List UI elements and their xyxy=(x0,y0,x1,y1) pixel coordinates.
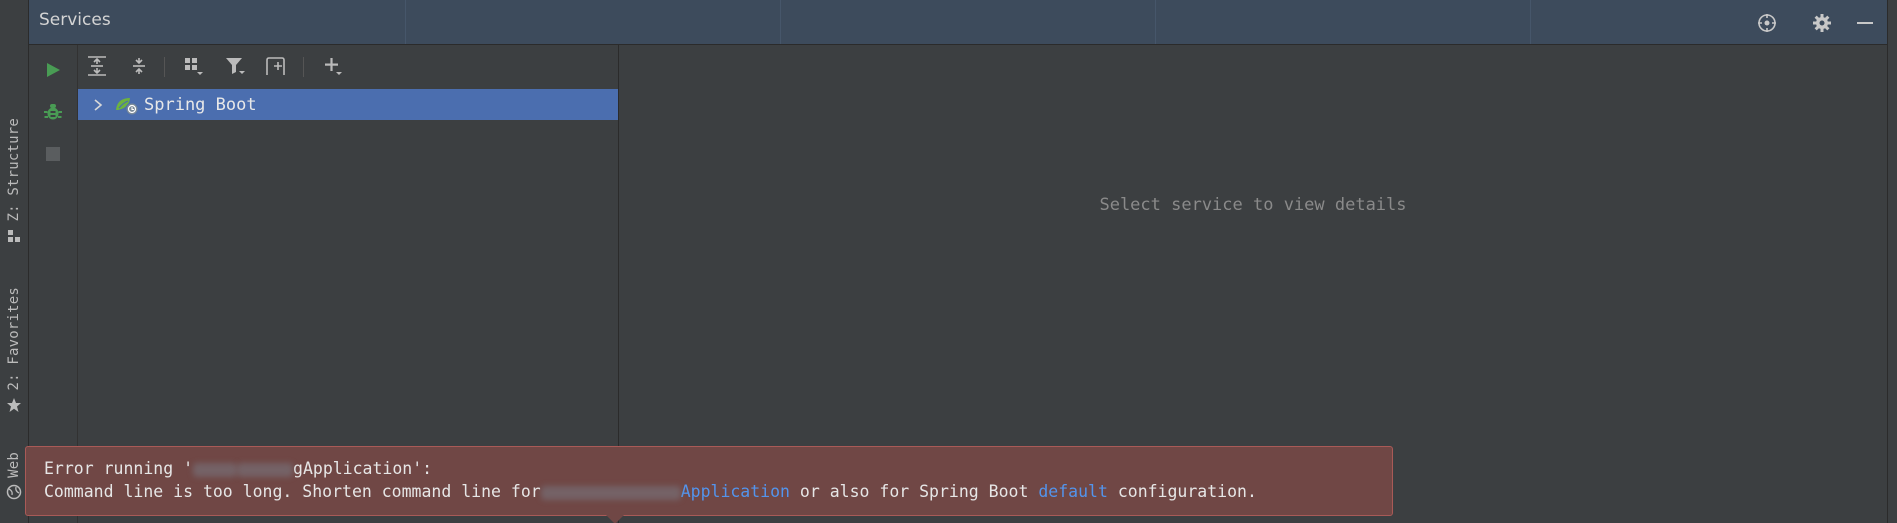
debug-icon[interactable] xyxy=(41,100,65,124)
run-icon[interactable] xyxy=(41,58,65,82)
expand-all-icon[interactable] xyxy=(84,54,110,78)
tree-item-spring-boot[interactable]: Spring Boot xyxy=(78,89,618,120)
add-service-icon[interactable] xyxy=(320,54,346,78)
left-tool-stripe: Z: Structure 2: Favorites Web xyxy=(0,0,29,523)
tab-web[interactable]: Web xyxy=(4,452,24,504)
gear-icon[interactable] xyxy=(1811,12,1833,34)
star-icon xyxy=(6,397,22,417)
tool-window-title: Services xyxy=(39,10,111,30)
tab-structure-label: Z: Structure xyxy=(6,118,22,222)
collapse-all-icon[interactable] xyxy=(126,54,152,78)
error-message: Command line is too long. Shorten comman… xyxy=(44,482,1257,501)
error-title: Error running ' gApplication': xyxy=(44,459,432,478)
services-tool-window: Z: Structure 2: Favorites Web Services S… xyxy=(0,0,1897,523)
group-by-icon[interactable] xyxy=(180,54,206,78)
application-link[interactable]: Application xyxy=(681,482,790,501)
tree-item-label: Spring Boot xyxy=(144,94,257,115)
error-notification-balloon: Error running ' gApplication': Command li… xyxy=(25,446,1393,523)
default-config-link[interactable]: default xyxy=(1038,482,1108,501)
minimize-icon[interactable] xyxy=(1854,12,1876,34)
right-edge xyxy=(1887,0,1897,523)
chevron-right-icon[interactable] xyxy=(90,97,106,113)
services-toolbar xyxy=(78,45,618,87)
error-title-prefix: Error running ' xyxy=(44,459,194,478)
globe-icon xyxy=(6,484,22,504)
spring-boot-icon xyxy=(114,94,140,116)
redacted-text xyxy=(237,462,294,477)
tool-window-header: Services xyxy=(29,0,1897,45)
tab-web-label: Web xyxy=(6,452,22,478)
structure-icon xyxy=(7,228,21,247)
error-message-suffix: configuration. xyxy=(1107,482,1257,501)
redacted-text xyxy=(540,485,681,500)
balloon-pointer xyxy=(606,515,624,523)
new-tab-icon[interactable] xyxy=(264,54,290,78)
empty-state-text: Select service to view details xyxy=(1099,195,1407,215)
tab-structure[interactable]: Z: Structure xyxy=(4,118,24,247)
error-title-suffix: gApplication': xyxy=(293,459,433,478)
filter-icon[interactable] xyxy=(222,54,248,78)
error-message-prefix: Command line is too long. Shorten comman… xyxy=(44,482,541,501)
error-message-middle: or also for Spring Boot xyxy=(789,482,1039,501)
stop-icon[interactable] xyxy=(41,142,65,166)
redacted-text xyxy=(193,462,238,477)
tab-favorites[interactable]: 2: Favorites xyxy=(4,287,24,417)
tab-favorites-label: 2: Favorites xyxy=(6,287,22,391)
crosshair-icon[interactable] xyxy=(1756,12,1778,34)
